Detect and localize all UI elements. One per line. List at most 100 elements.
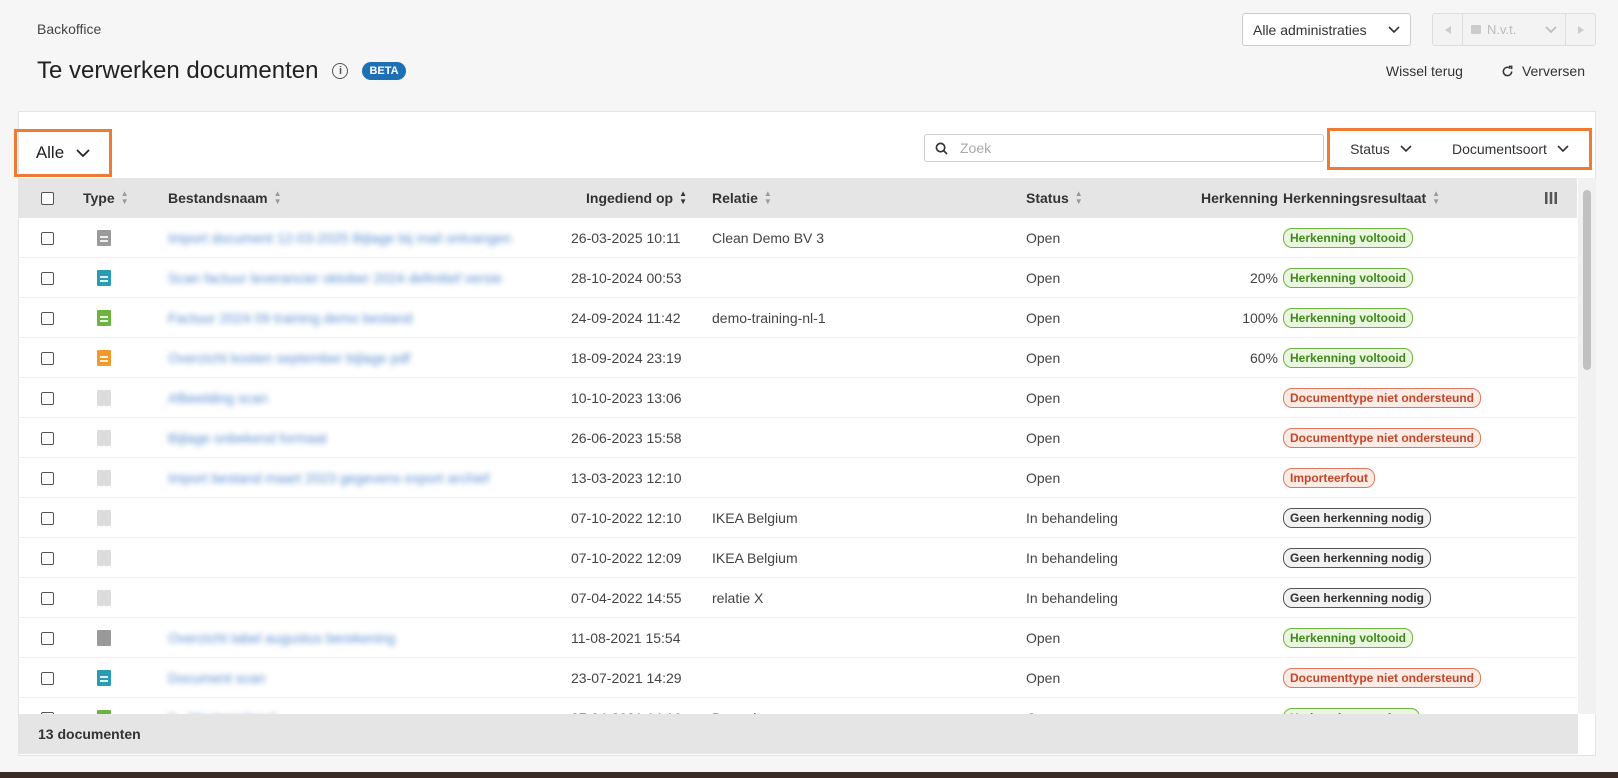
table-row[interactable]: Scan factuur leverancier oktober 2024 de… bbox=[18, 258, 1577, 298]
chevron-down-icon bbox=[1400, 145, 1412, 153]
column-header-relation-label: Relatie bbox=[712, 190, 758, 206]
recognition-result-badge: Herkenning voltooid bbox=[1283, 628, 1414, 648]
filename-link[interactable]: Scan factuur leverancier oktober 2024 de… bbox=[168, 258, 548, 298]
table-row[interactable]: 0 - Meetverslag K 27-04-2021 14:16 Demo bv… bbox=[18, 698, 1577, 714]
chevron-down-icon bbox=[1388, 25, 1400, 33]
breadcrumb[interactable]: Backoffice bbox=[37, 21, 101, 37]
table-row[interactable]: Overzicht kosten september bijlage pdf 18… bbox=[18, 338, 1577, 378]
row-checkbox-cell bbox=[41, 658, 54, 698]
filename-link[interactable]: Document scan bbox=[168, 658, 548, 698]
next-period-button[interactable] bbox=[1565, 14, 1595, 45]
row-checkbox[interactable] bbox=[41, 471, 54, 485]
previous-period-button[interactable] bbox=[1433, 14, 1463, 45]
row-checkbox[interactable] bbox=[41, 271, 54, 285]
filename-link[interactable]: Bijlage onbekend formaat bbox=[168, 418, 548, 458]
file-type-cell bbox=[97, 378, 111, 418]
recognition-result-cell: Importeerfout bbox=[1283, 458, 1375, 498]
row-checkbox[interactable] bbox=[41, 591, 54, 605]
file-type-cell bbox=[97, 498, 111, 538]
file-type-icon bbox=[97, 630, 111, 646]
table-row[interactable]: 07-04-2022 14:55 relatie X In behandeling G… bbox=[18, 578, 1577, 618]
relation-name: IKEA Belgium bbox=[712, 510, 798, 526]
file-type-cell bbox=[97, 298, 111, 338]
column-header-type[interactable]: Type ▲ ▼ bbox=[83, 178, 129, 218]
table-row[interactable]: Overzicht tabel augustus berekening 11-08… bbox=[18, 618, 1577, 658]
file-type-icon bbox=[97, 510, 111, 526]
file-type-icon bbox=[97, 390, 111, 406]
row-checkbox[interactable] bbox=[41, 231, 54, 245]
table-row[interactable]: 07-10-2022 12:10 IKEA Belgium In behandeli… bbox=[18, 498, 1577, 538]
recognition-result-badge: Documenttype niet ondersteund bbox=[1283, 668, 1482, 688]
search-input[interactable]: Zoek bbox=[924, 134, 1324, 162]
scope-filter-dropdown[interactable]: Alle bbox=[17, 132, 109, 174]
file-type-cell bbox=[97, 698, 111, 714]
sort-icon: ▲ ▼ bbox=[763, 189, 772, 206]
recognition-percentage bbox=[1158, 538, 1278, 578]
filename-link[interactable] bbox=[168, 498, 548, 538]
filename-link[interactable]: Overzicht tabel augustus berekening bbox=[168, 618, 548, 658]
row-checkbox[interactable] bbox=[41, 351, 54, 365]
triangle-left-icon bbox=[1444, 25, 1451, 34]
filename-link[interactable]: Afbeelding scan bbox=[168, 378, 548, 418]
row-checkbox[interactable] bbox=[41, 431, 54, 445]
column-header-status[interactable]: Status ▲ ▼ bbox=[1026, 178, 1083, 218]
recognition-result-cell: Herkenning voltooid bbox=[1283, 618, 1414, 658]
filename-link[interactable]: Import document 12-03-2025 Bijlage bij m… bbox=[168, 218, 548, 258]
filename-link[interactable]: Import bestand maart 2023 gegevens expor… bbox=[168, 458, 548, 498]
administration-select-label: Alle administraties bbox=[1253, 21, 1367, 38]
period-select[interactable]: N.v.t. bbox=[1463, 22, 1565, 37]
filename-link[interactable]: Overzicht kosten september bijlage pdf bbox=[168, 338, 548, 378]
recognition-result-cell: Documenttype niet ondersteund bbox=[1283, 658, 1482, 698]
scrollbar-thumb[interactable] bbox=[1583, 190, 1591, 370]
filename-link[interactable]: Factuur 2024 09 training demo bestand bbox=[168, 298, 548, 338]
page-title-row: Te verwerken documenten i BETA bbox=[37, 57, 406, 85]
status-filter-dropdown[interactable]: Status bbox=[1350, 141, 1412, 157]
row-checkbox[interactable] bbox=[41, 391, 54, 405]
relation-name: IKEA Belgium bbox=[712, 550, 798, 566]
column-filters-highlight: Status Documentsoort bbox=[1327, 128, 1592, 170]
row-checkbox-cell bbox=[41, 298, 54, 338]
table-row[interactable]: Afbeelding scan 10-10-2023 13:06 Open Docum… bbox=[18, 378, 1577, 418]
file-type-cell bbox=[97, 458, 111, 498]
column-header-status-label: Status bbox=[1026, 190, 1069, 206]
doctype-filter-dropdown[interactable]: Documentsoort bbox=[1452, 141, 1569, 157]
column-header-type-label: Type bbox=[83, 190, 115, 206]
administration-select[interactable]: Alle administraties bbox=[1242, 13, 1411, 46]
table-row[interactable]: Factuur 2024 09 training demo bestand 24-… bbox=[18, 298, 1577, 338]
recognition-percentage bbox=[1158, 658, 1278, 698]
column-header-submitted[interactable]: Ingediend op ▲ ▼ bbox=[586, 178, 687, 218]
filename-link[interactable] bbox=[168, 578, 548, 618]
sort-icon: ▲ ▼ bbox=[1432, 189, 1441, 206]
table-row[interactable]: 07-10-2022 12:09 IKEA Belgium In behandeli… bbox=[18, 538, 1577, 578]
table-row[interactable]: Document scan 23-07-2021 14:29 Open Documen… bbox=[18, 658, 1577, 698]
row-checkbox[interactable] bbox=[41, 551, 54, 565]
file-type-cell bbox=[97, 578, 111, 618]
column-header-filename[interactable]: Bestandsnaam ▲ ▼ bbox=[168, 178, 282, 218]
column-header-relation[interactable]: Relatie ▲ ▼ bbox=[712, 178, 772, 218]
recognition-result-cell: Geen herkenning nodig bbox=[1283, 498, 1432, 538]
submitted-date: 18-09-2024 23:19 bbox=[571, 350, 682, 366]
info-icon[interactable]: i bbox=[332, 63, 349, 79]
table-row[interactable]: Import document 12-03-2025 Bijlage bij m… bbox=[18, 218, 1577, 258]
row-checkbox-cell bbox=[41, 578, 54, 618]
recognition-result-badge: Herkenning voltooid bbox=[1283, 308, 1414, 328]
column-settings-button[interactable] bbox=[1545, 178, 1557, 218]
recognition-result-badge: Importeerfout bbox=[1283, 468, 1375, 488]
row-checkbox[interactable] bbox=[41, 311, 54, 325]
table-row[interactable]: Import bestand maart 2023 gegevens expor… bbox=[18, 458, 1577, 498]
row-checkbox[interactable] bbox=[41, 631, 54, 645]
select-all-checkbox[interactable] bbox=[41, 191, 54, 205]
filename-link[interactable]: 0 - Meetverslag K bbox=[168, 698, 548, 714]
file-type-cell bbox=[97, 218, 111, 258]
column-header-result[interactable]: Herkenningsresultaat ▲ ▼ bbox=[1283, 178, 1440, 218]
period-navigator: N.v.t. bbox=[1432, 13, 1596, 46]
table-scrollbar[interactable] bbox=[1578, 178, 1596, 714]
row-checkbox[interactable] bbox=[41, 511, 54, 525]
row-checkbox[interactable] bbox=[41, 671, 54, 685]
refresh-button[interactable]: Verversen bbox=[1501, 63, 1585, 79]
switch-back-button[interactable]: Wissel terug bbox=[1386, 63, 1463, 79]
filename-link[interactable] bbox=[168, 538, 548, 578]
row-checkbox-cell bbox=[41, 498, 54, 538]
table-row[interactable]: Bijlage onbekend formaat 26-06-2023 15:58… bbox=[18, 418, 1577, 458]
status-text: Open bbox=[1026, 230, 1061, 246]
